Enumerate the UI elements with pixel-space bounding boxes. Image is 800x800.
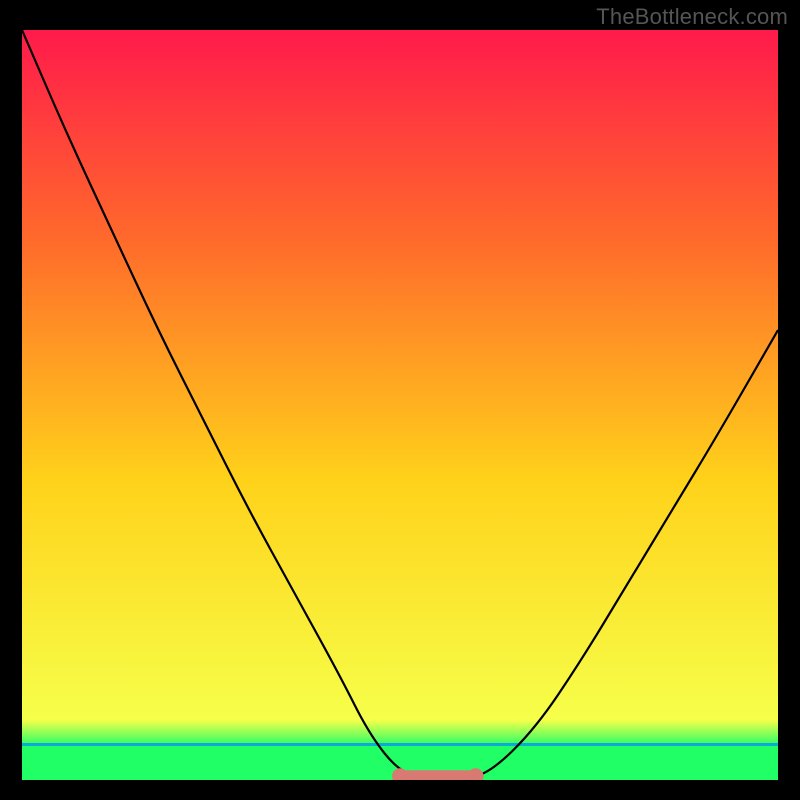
watermark-text: TheBottleneck.com [596, 4, 788, 30]
accent-line [22, 743, 778, 746]
chart-svg [22, 30, 778, 780]
gradient-background [22, 30, 778, 780]
chart-frame: TheBottleneck.com [0, 0, 800, 800]
plot-area [22, 30, 778, 780]
